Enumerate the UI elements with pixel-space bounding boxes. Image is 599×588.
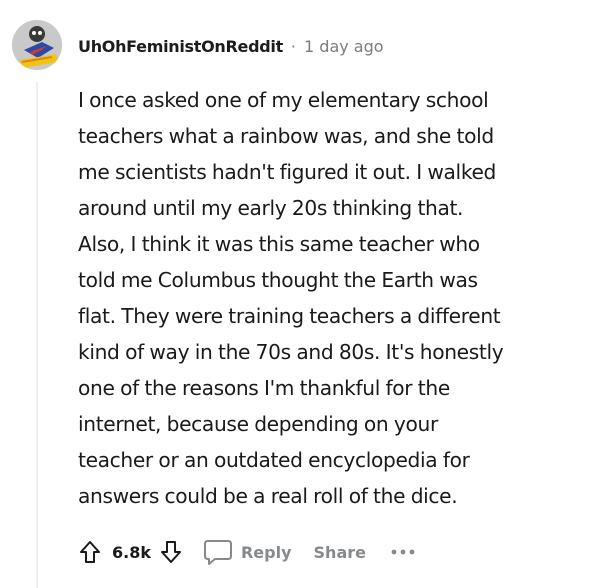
avatar-image: [12, 20, 62, 70]
comment-body-line: I once asked one of my elementary school: [78, 88, 489, 112]
downvote-button[interactable]: [157, 538, 185, 566]
comment-body: I once asked one of my elementary school…: [78, 82, 588, 514]
upvote-button[interactable]: [76, 538, 104, 566]
share-button[interactable]: Share: [314, 543, 366, 562]
comment-header: UhOhFeministOnReddit · 1 day ago: [78, 34, 384, 58]
reply-label: Reply: [240, 542, 292, 562]
comment-body-line: around until my early 20s thinking that.: [78, 196, 464, 220]
speech-bubble-icon: [203, 540, 232, 565]
comment-actions: 6.8k Reply Share: [76, 534, 416, 570]
comment-body-line: told me Columbus thought the Earth was: [78, 268, 478, 292]
downvote-arrow-icon: [160, 541, 181, 563]
comment-body-line: Also, I think it was this same teacher w…: [78, 232, 480, 256]
comment-body-line: flat. They were training teachers a diff…: [78, 304, 501, 328]
reply-button[interactable]: Reply: [203, 538, 292, 566]
comment: UhOhFeministOnReddit · 1 day ago I once …: [0, 0, 599, 588]
comment-body-line: answers could be a real roll of the dice…: [78, 484, 458, 508]
meta-separator: ·: [290, 36, 297, 56]
vote-score: 6.8k: [112, 542, 151, 562]
more-options-button[interactable]: [390, 548, 416, 556]
comment-body-line: teacher or an outdated encyclopedia for: [78, 448, 470, 472]
comment-body-line: me scientists hadn't figured it out. I w…: [78, 160, 496, 184]
thread-line[interactable]: [36, 82, 38, 588]
comment-body-line: kind of way in the 70s and 80s. It's hon…: [78, 340, 504, 364]
comment-body-line: teachers what a rainbow was, and she tol…: [78, 124, 494, 148]
username[interactable]: UhOhFeministOnReddit: [78, 37, 283, 56]
avatar[interactable]: [12, 20, 62, 70]
upvote-arrow-icon: [80, 541, 100, 563]
timestamp[interactable]: 1 day ago: [304, 37, 384, 56]
comment-body-line: one of the reasons I'm thankful for the: [78, 376, 450, 400]
comment-body-line: internet, because depending on your: [78, 412, 438, 436]
ellipsis-icon: [391, 549, 415, 555]
